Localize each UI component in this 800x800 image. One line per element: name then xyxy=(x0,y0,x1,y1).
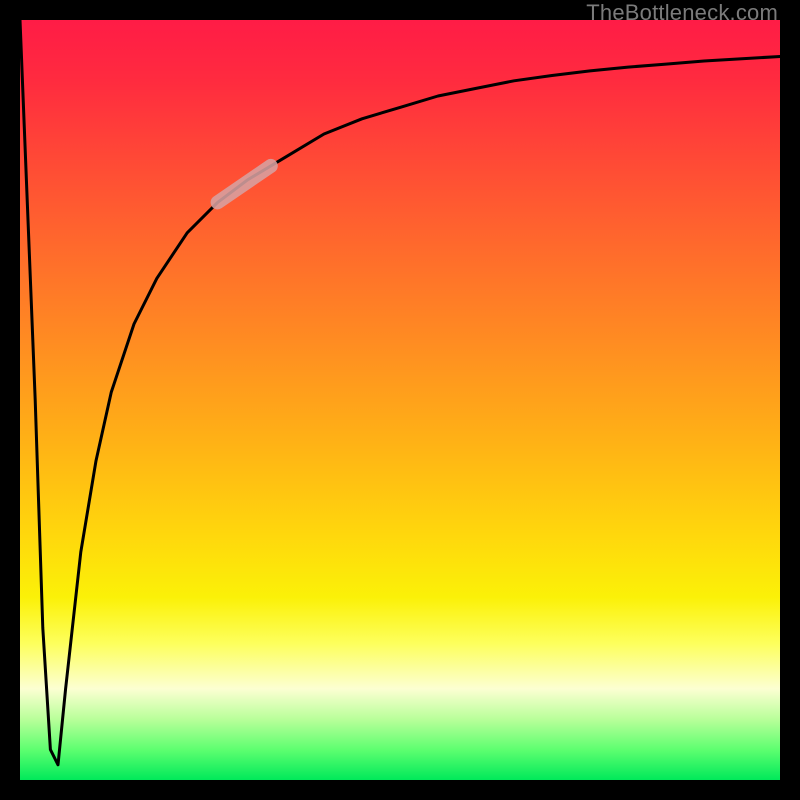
chart-frame: TheBottleneck.com xyxy=(0,0,800,800)
curve-svg xyxy=(20,20,780,780)
bottleneck-curve-path xyxy=(20,20,780,765)
plot-area xyxy=(20,20,780,780)
curve-highlight-segment xyxy=(218,166,271,202)
watermark-text: TheBottleneck.com xyxy=(586,0,778,26)
